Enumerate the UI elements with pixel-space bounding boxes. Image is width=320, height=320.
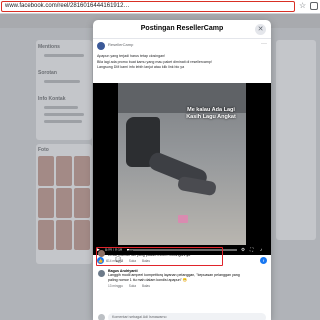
video-overlay-text: Me kalau Ada Lagi Kasih Lagu Angkat xyxy=(181,107,241,120)
backdrop-photo xyxy=(38,220,54,250)
backdrop-line xyxy=(44,106,78,109)
more-options-icon[interactable]: ··· xyxy=(261,41,267,47)
backdrop-line xyxy=(44,80,80,83)
backdrop-photo xyxy=(56,156,72,186)
overlay-line: Me kalau Ada Lagi xyxy=(187,107,235,113)
avatar[interactable] xyxy=(97,42,105,50)
backdrop-line xyxy=(44,120,82,123)
avatar[interactable] xyxy=(98,270,105,277)
address-bar[interactable]: www.facebook.com/reel/2816016444161912… xyxy=(1,1,295,12)
backdrop-line xyxy=(44,113,84,116)
comment-body: Bagus Andriyanti Langgih modil ampeel ko… xyxy=(108,269,266,288)
comment-highlight-box xyxy=(96,247,223,266)
backdrop-photo xyxy=(38,188,54,218)
video-player[interactable]: Me kalau Ada Lagi Kasih Lagu Angkat ▶ 0:… xyxy=(93,83,271,255)
comment-actions: 13 minggu Suka Balas xyxy=(108,284,266,288)
post-header: ResellerCamp ··· xyxy=(97,41,267,52)
browser-toolbar: www.facebook.com/reel/2816016444161912… … xyxy=(0,0,320,14)
scene-person-legs xyxy=(177,175,217,197)
post-modal: Postingan ResellerCamp ✕ ResellerCamp ··… xyxy=(93,20,271,320)
backdrop-label: Foto xyxy=(38,147,49,153)
backdrop-photo xyxy=(56,188,72,218)
comment-text: Langgih modil ampeel kompetitorq layanan… xyxy=(108,273,266,283)
comment-time: 13 minggu xyxy=(108,283,123,288)
reply-button[interactable]: Balas xyxy=(142,284,150,288)
url-text: www.facebook.com/reel/2816016444161912… xyxy=(5,3,130,9)
close-icon[interactable]: ✕ xyxy=(255,24,266,35)
bookmark-star-icon[interactable]: ☆ xyxy=(299,1,306,11)
comment-text-line: paling nomor 1 itu mah dalam kondisi apa… xyxy=(108,277,188,282)
scene-phone xyxy=(178,215,188,223)
backdrop-photo xyxy=(38,156,54,186)
backdrop-photo xyxy=(74,156,90,186)
backdrop-label: Info Kontak xyxy=(38,96,66,102)
overlay-line: Kasih Lagu Angkat xyxy=(186,113,236,120)
backdrop-label: Sorotan xyxy=(38,70,57,76)
extension-icon[interactable] xyxy=(310,2,318,10)
comment-input[interactable]: Komentari sebagai Adi Ismawarno xyxy=(108,313,266,320)
comment-placeholder: Komentari sebagai Adi Ismawarno xyxy=(112,315,167,319)
modal-title: Postingan ResellerCamp xyxy=(140,25,224,32)
backdrop-photo xyxy=(74,188,90,218)
poster-name[interactable]: ResellerCamp xyxy=(108,42,133,47)
modal-header: Postingan ResellerCamp ✕ xyxy=(93,20,271,39)
backdrop-photo xyxy=(74,220,90,250)
backdrop-line xyxy=(44,54,84,57)
avatar xyxy=(98,314,105,320)
backdrop-photo xyxy=(56,220,72,250)
backdrop-right-panel xyxy=(276,40,316,240)
like-comment-button[interactable]: Suka xyxy=(129,284,136,288)
backdrop-label: Mentions xyxy=(38,44,60,50)
caption-line: Langsung DM kami info lebih lanjut atau … xyxy=(97,65,185,70)
post-caption: Apapun yang terjadi harus tetap closinga… xyxy=(97,54,267,71)
write-comment: Komentari sebagai Adi Ismawarno xyxy=(97,313,267,320)
